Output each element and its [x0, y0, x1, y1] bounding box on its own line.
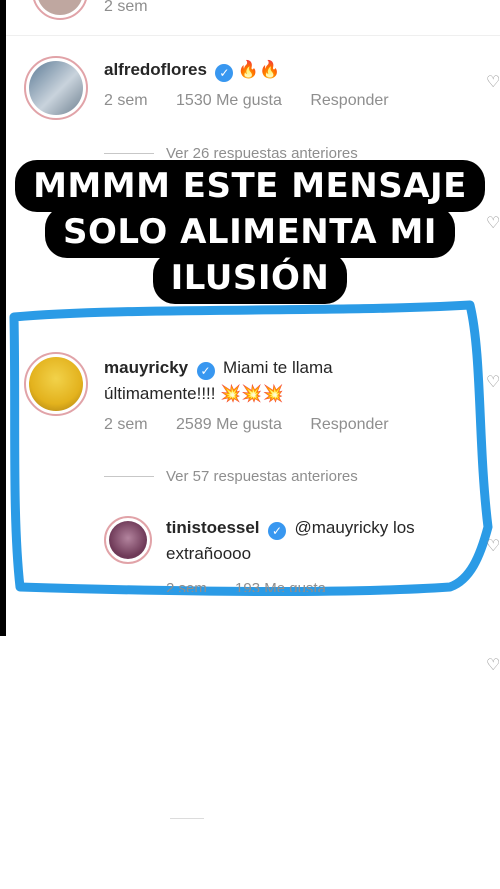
avatar-alfredoflores[interactable]	[24, 56, 88, 120]
heart-icon[interactable]: ♡	[486, 372, 500, 391]
comment3-text-2: extrañoooo	[166, 544, 252, 563]
highlight-box	[9, 300, 493, 597]
comment1-likes[interactable]: 1530 Me gusta	[176, 92, 282, 109]
comment2-view-replies-label[interactable]: Ver 57 respuestas anteriores	[166, 468, 358, 485]
comment2-likes[interactable]: 2589 Me gusta	[176, 416, 282, 433]
comment3-meta: 2 sem 193 Me gusta	[166, 580, 350, 592]
comment3-time: 2 sem	[166, 580, 207, 592]
username-alfredoflores[interactable]: alfredoflores	[104, 60, 207, 79]
username-mauyricky[interactable]: mauyricky	[104, 358, 188, 377]
top-comment-time: 2 sem	[104, 0, 148, 15]
caption-line-1: MMMM ESTE MENSAJE	[15, 160, 485, 212]
divider	[6, 35, 500, 36]
verified-icon: ✓	[268, 522, 286, 540]
comment1-header: alfredoflores ✓ 🔥🔥	[104, 60, 280, 82]
overlay-caption: MMMM ESTE MENSAJE SOLO ALIMENTA MI ILUSI…	[0, 160, 500, 304]
comment2-text-2: últimamente!!!! 💥💥💥	[104, 384, 284, 403]
comment1-reply-button[interactable]: Responder	[310, 92, 388, 109]
comment3-text-1: @mauyricky los	[294, 518, 415, 537]
comment2-time: 2 sem	[104, 416, 148, 433]
avatar-mauyricky[interactable]	[24, 352, 88, 416]
comment1-time: 2 sem	[104, 92, 148, 109]
replies-line	[104, 476, 154, 477]
comment2-reply-button[interactable]: Responder	[310, 416, 388, 433]
comment2-header: mauyricky ✓ Miami te llama	[104, 358, 333, 380]
heart-icon[interactable]: ♡	[486, 72, 500, 91]
verified-icon: ✓	[215, 64, 234, 82]
caption-line-2: SOLO ALIMENTA MI	[45, 206, 455, 258]
replies-line	[104, 153, 154, 154]
verified-icon: ✓	[196, 362, 215, 380]
heart-icon[interactable]: ♡	[486, 655, 500, 674]
avatar-top[interactable]	[32, 0, 88, 20]
avatar-tinistoessel[interactable]	[104, 516, 152, 564]
heart-icon[interactable]: ♡	[486, 536, 500, 555]
comment3-header: tinistoessel ✓ @mauyricky los	[166, 518, 415, 540]
comment2-meta: 2 sem 2589 Me gusta Responder	[104, 416, 413, 434]
comment1-text: 🔥🔥	[237, 60, 281, 79]
username-tinistoessel[interactable]: tinistoessel	[166, 518, 260, 537]
comment3-likes[interactable]: 193 Me gusta	[235, 580, 326, 592]
comment2-view-replies[interactable]: Ver 57 respuestas anteriores	[104, 468, 358, 485]
comment1-meta: 2 sem 1530 Me gusta Responder	[104, 92, 413, 110]
comment2-text-1: Miami te llama	[223, 358, 333, 377]
divider-short	[170, 818, 204, 819]
